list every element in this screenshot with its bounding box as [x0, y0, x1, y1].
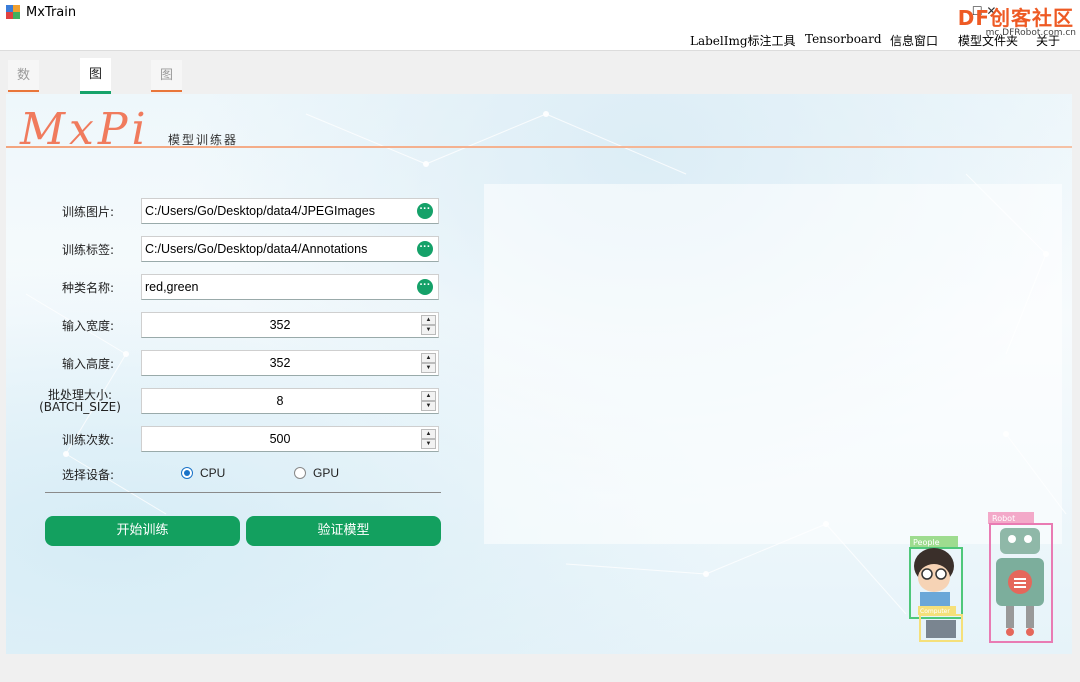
- train-labels-value: C:/Users/Go/Desktop/data4/Annotations: [145, 242, 368, 256]
- gpu-radio-label: GPU: [313, 466, 340, 480]
- browse-icon[interactable]: ···: [417, 279, 433, 295]
- device-label: 选择设备:: [61, 468, 114, 482]
- spin-down-icon[interactable]: ▼: [421, 325, 436, 335]
- output-area: [484, 184, 1062, 544]
- menu-bar: LabelImg标注工具 Tensorboard 信息窗口 模型文件夹 关于 m…: [0, 28, 1080, 51]
- mascot-illustration: Robot People Computer: [909, 512, 1053, 643]
- input-width-spinbox[interactable]: 352 ▲ ▼: [141, 312, 439, 338]
- spin-up-icon[interactable]: ▲: [421, 315, 436, 325]
- input-width-value: 352: [269, 318, 291, 332]
- epochs-value: 500: [269, 432, 291, 446]
- robot-tag: Robot: [992, 514, 1015, 523]
- header-divider: [6, 146, 1072, 148]
- menu-tensorboard[interactable]: Tensorboard: [805, 32, 882, 46]
- browse-icon[interactable]: ···: [417, 241, 433, 257]
- window-title: MxTrain: [26, 5, 77, 20]
- input-width-label: 输入宽度:: [61, 319, 114, 333]
- batch-size-value: 8: [276, 394, 284, 408]
- train-images-field[interactable]: C:/Users/Go/Desktop/data4/JPEGImages ···: [141, 198, 439, 224]
- input-height-value: 352: [269, 356, 291, 370]
- input-height-spinbox[interactable]: 352 ▲ ▼: [141, 350, 439, 376]
- epochs-label: 训练次数:: [61, 433, 114, 447]
- epochs-spinbox[interactable]: 500 ▲ ▼: [141, 426, 439, 452]
- spin-up-icon[interactable]: ▲: [421, 391, 436, 401]
- browse-icon[interactable]: ···: [417, 203, 433, 219]
- class-names-field[interactable]: red,green ···: [141, 274, 439, 300]
- spin-down-icon[interactable]: ▼: [421, 401, 436, 411]
- people-tag: People: [913, 538, 940, 547]
- train-labels-field[interactable]: C:/Users/Go/Desktop/data4/Annotations ··…: [141, 236, 439, 262]
- df-watermark-url: mc.DFRobot.com.cn: [985, 28, 1076, 38]
- app-icon: [6, 5, 20, 19]
- train-images-value: C:/Users/Go/Desktop/data4/JPEGImages: [145, 204, 375, 218]
- class-names-value: red,green: [145, 280, 199, 294]
- computer-tag: Computer: [920, 608, 950, 615]
- training-panel: MxPi 模型训练器 训练图片: C:/Users/Go/Desktop/dat…: [6, 94, 1072, 654]
- train-images-label: 训练图片:: [61, 205, 114, 219]
- verify-model-button[interactable]: 验证模型: [246, 516, 441, 546]
- title-bar: MxTrain – ☐ ✕ DF创客社区: [0, 0, 1080, 30]
- spin-down-icon[interactable]: ▼: [421, 363, 436, 373]
- gpu-radio[interactable]: [294, 467, 306, 479]
- spin-up-icon[interactable]: ▲: [421, 353, 436, 363]
- class-names-label: 种类名称:: [61, 281, 114, 295]
- menu-info-window[interactable]: 信息窗口: [890, 32, 938, 49]
- form-divider: [45, 492, 441, 493]
- train-labels-label: 训练标签:: [61, 243, 114, 257]
- menu-labelimg[interactable]: LabelImg标注工具: [690, 32, 796, 49]
- tab-image-classification[interactable]: 图像分类: [151, 60, 183, 179]
- spin-up-icon[interactable]: ▲: [421, 429, 436, 439]
- start-training-button[interactable]: 开始训练: [45, 516, 240, 546]
- df-watermark-logo: DF创客社区: [957, 6, 1074, 30]
- batch-size-sublabel: (BATCH_SIZE): [39, 400, 121, 414]
- spin-down-icon[interactable]: ▼: [421, 439, 436, 449]
- tab-data-collection[interactable]: 数据采集: [8, 60, 40, 179]
- batch-size-spinbox[interactable]: 8 ▲ ▼: [141, 388, 439, 414]
- tab-image-recognition[interactable]: 图像识别: [80, 58, 112, 184]
- cpu-radio-label: CPU: [200, 466, 226, 480]
- input-height-label: 输入高度:: [61, 357, 114, 371]
- cpu-radio[interactable]: [181, 467, 193, 479]
